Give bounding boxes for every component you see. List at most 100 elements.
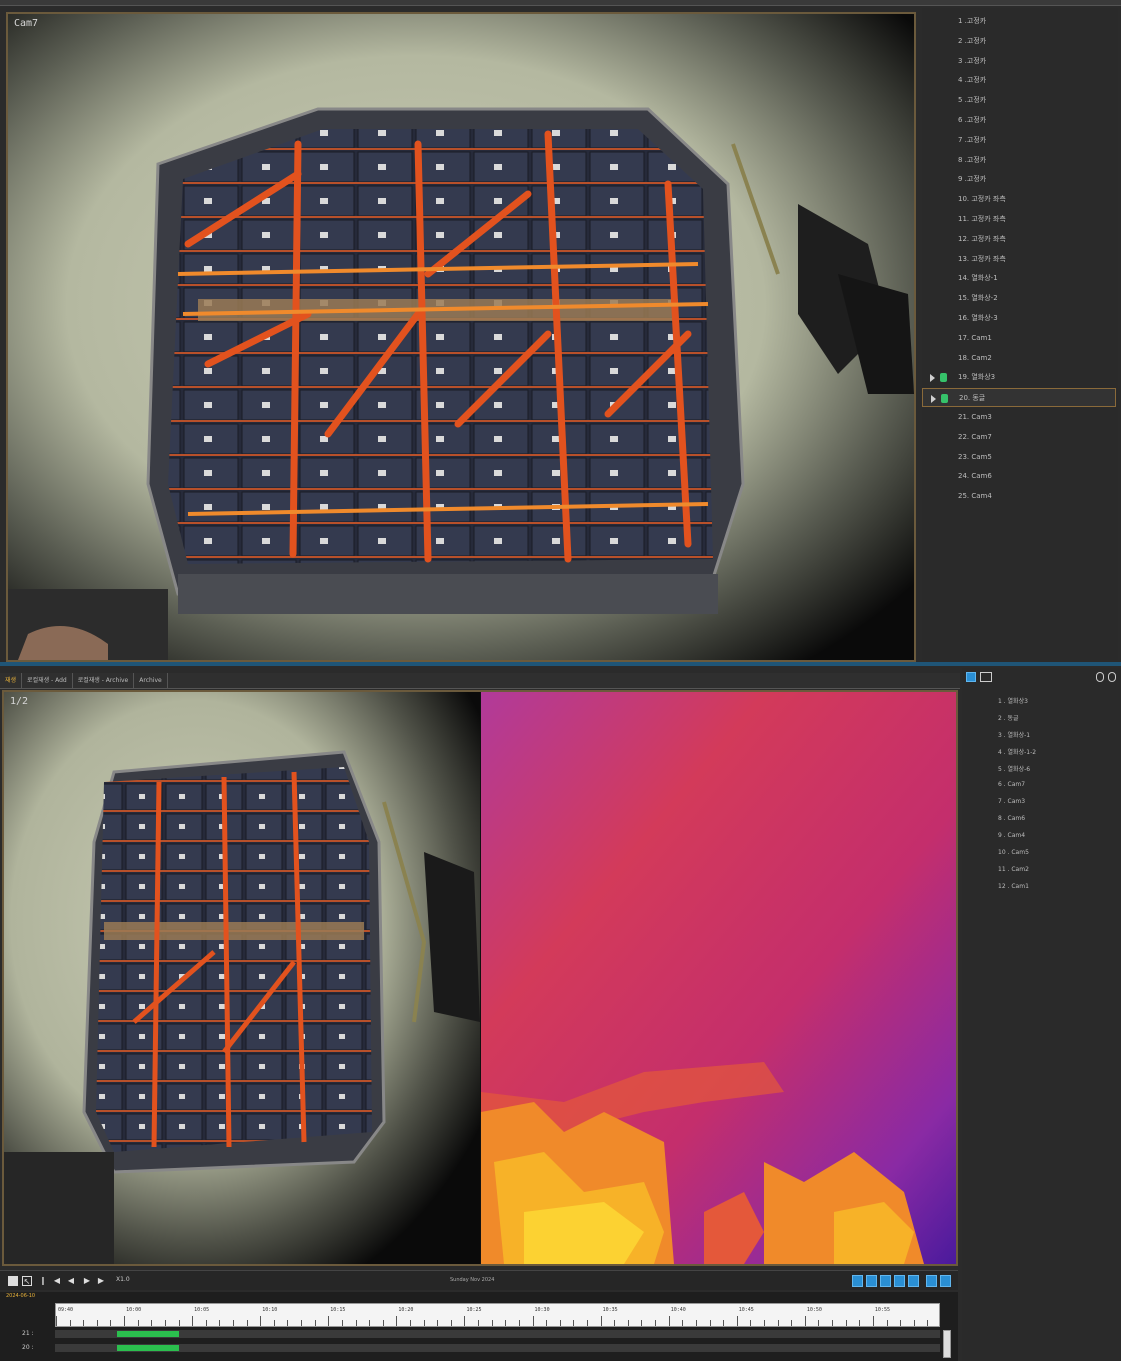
timeline-row-label: 20 :: [22, 1344, 34, 1351]
expand-arrow-icon[interactable]: [930, 374, 935, 383]
camera-list-item[interactable]: 16. 열화상-3: [922, 309, 1116, 328]
recording-segment[interactable]: [116, 1345, 179, 1351]
playback-camera-item[interactable]: 5 . 열화상-6: [998, 764, 1030, 773]
view-5x5-button[interactable]: [908, 1275, 919, 1287]
playback-camera-item[interactable]: 3 . 열화상-1: [998, 730, 1030, 739]
camera-list-item[interactable]: 2 .고정카: [922, 32, 1116, 51]
timeline-minor-tick: [355, 1320, 357, 1326]
playback-camera-item[interactable]: 6 . Cam7: [998, 781, 1025, 788]
tab-3[interactable]: Archive: [134, 673, 168, 689]
recording-segment[interactable]: [116, 1331, 179, 1337]
playback-camera-item[interactable]: 11 . Cam2: [998, 866, 1029, 873]
camera-list-item[interactable]: 3 .고정카: [922, 52, 1116, 71]
camera-list-item[interactable]: 11. 고정카 좌측: [922, 210, 1116, 229]
view-1x1-button[interactable]: [852, 1275, 863, 1287]
camera-list-item[interactable]: 20. 동글: [922, 388, 1116, 408]
playback-camera-list-panel: 1 . 열화상3 2 . 동글 3 . 열화상-1 4 . 열화상-1-2 5 . 열화…: [962, 668, 1121, 1361]
timeline-tick: [260, 1316, 262, 1326]
timeline-row[interactable]: [55, 1330, 940, 1338]
timeline-ruler[interactable]: 09:40 10:00 10:05 10:10 10:15 10:20 10:25 10:30…: [55, 1303, 940, 1327]
playback-camera-item[interactable]: 8 . Cam6: [998, 815, 1025, 822]
timeline-minor-tick: [301, 1320, 303, 1326]
tab-0[interactable]: 재생: [0, 673, 23, 689]
camera-list-item[interactable]: 9 .고정카: [922, 170, 1116, 189]
camera-list-label: 17. Cam1: [958, 333, 992, 342]
skip-back-icon[interactable]: ◀: [52, 1276, 62, 1286]
playback-controls: ↖ ❙ ◀ ◀ ▶ ▶ X1.0 Sunday Nov 2024: [0, 1270, 958, 1290]
camera-list-item[interactable]: 6 .고정카: [922, 111, 1116, 130]
timeline-scrollbar[interactable]: [943, 1330, 951, 1358]
camera-list-item[interactable]: 21. Cam3: [922, 408, 1116, 427]
timeline-time-label: 10:00: [126, 1307, 142, 1313]
camera-list-item[interactable]: 14. 열화상-1: [922, 269, 1116, 288]
playback-camera-item[interactable]: 7 . Cam3: [998, 798, 1025, 805]
camera-list-item[interactable]: 18. Cam2: [922, 349, 1116, 368]
playback-camera-item[interactable]: 1 . 열화상3: [998, 696, 1028, 705]
bottom-tab-bar: 재생 로컬재생 - Add 로컬재생 - Archive Archive: [0, 673, 960, 689]
camera-list-label: 2 .고정카: [958, 36, 987, 45]
tab-2[interactable]: 로컬재생 - Archive: [73, 673, 135, 689]
timeline-tick: [736, 1316, 738, 1326]
tab-1[interactable]: 로컬재생 - Add: [22, 673, 73, 689]
timeline-minor-tick: [164, 1320, 166, 1326]
camera-list-item[interactable]: 5 .고정카: [922, 91, 1116, 110]
camera-list-item[interactable]: 22. Cam7: [922, 428, 1116, 447]
view-3x3-button[interactable]: [880, 1275, 891, 1287]
timeline-tick: [872, 1316, 874, 1326]
fast-forward-icon[interactable]: ▶: [96, 1276, 106, 1286]
view-4x4-button[interactable]: [894, 1275, 905, 1287]
timeline-minor-tick: [832, 1320, 834, 1326]
rewind-icon[interactable]: ◀: [66, 1276, 76, 1286]
camera-list-label: 10. 고정카 좌측: [958, 195, 1006, 204]
camera-list-item[interactable]: 1 .고정카: [922, 12, 1116, 31]
select-icon[interactable]: ↖: [22, 1276, 32, 1286]
playback-camera-item[interactable]: 12 . Cam1: [998, 883, 1029, 890]
expand-arrow-icon[interactable]: [931, 395, 936, 404]
camera-list-label: 6 .고정카: [958, 116, 987, 124]
timeline-minor-tick: [859, 1320, 861, 1326]
timeline-row[interactable]: [55, 1344, 940, 1352]
timeline-minor-tick: [764, 1320, 765, 1326]
battery-pack-camera-image: [8, 14, 914, 660]
camera-list-label: 4 .고정카: [958, 76, 987, 85]
fullscreen-button[interactable]: [926, 1275, 937, 1287]
camera-list-item[interactable]: 8 .고정카: [922, 151, 1116, 170]
view-2x2-button[interactable]: [866, 1275, 877, 1287]
dual-camera-image: [4, 692, 956, 1264]
camera-list-label: 19. 열화상3: [958, 373, 996, 382]
camera-list-label: 5 .고정카: [958, 96, 987, 105]
camera-list-item[interactable]: 12. 고정카 좌측: [922, 230, 1116, 249]
playback-camera-item[interactable]: 4 . 열화상-1-2: [998, 747, 1036, 756]
playback-camera-item[interactable]: 9 . Cam4: [998, 832, 1025, 839]
playback-camera-item[interactable]: 2 . 동글: [998, 713, 1019, 722]
camera-list-item[interactable]: 17. Cam1: [922, 329, 1116, 348]
grid-icon[interactable]: [980, 672, 992, 682]
playback-camera-item[interactable]: 10 . Cam5: [998, 849, 1029, 856]
playback-video-panel[interactable]: 1/2: [2, 690, 958, 1266]
camera-list-item[interactable]: 25. Cam4: [922, 487, 1116, 506]
camera-list-item[interactable]: 13. 고정카 좌측: [922, 250, 1116, 269]
stop-icon[interactable]: [8, 1276, 18, 1286]
camera-list-label: 22. Cam7: [958, 432, 992, 441]
camera-list-item[interactable]: 10. 고정카 좌측: [922, 190, 1116, 209]
live-video-panel[interactable]: Cam7: [6, 12, 916, 662]
timeline-minor-tick: [559, 1320, 561, 1326]
timeline-minor-tick: [614, 1320, 616, 1326]
camera-list-item[interactable]: 24. Cam6: [922, 467, 1116, 486]
camera-list-item[interactable]: 19. 열화상3: [922, 368, 1116, 387]
layout-icon[interactable]: [966, 672, 976, 682]
camera-list-item[interactable]: 7 .고정카: [922, 131, 1116, 150]
camera-list-item[interactable]: 15. 열화상-2: [922, 289, 1116, 308]
timeline-time-label: 10:40: [670, 1307, 686, 1313]
playback-video-label: 1/2: [10, 696, 29, 707]
play-icon[interactable]: ▶: [82, 1276, 92, 1286]
zoom-in-icon[interactable]: [1096, 672, 1104, 682]
timeline-minor-tick: [750, 1320, 752, 1326]
step-back-icon[interactable]: ❙: [38, 1276, 48, 1286]
camera-list-item[interactable]: 4 .고정카: [922, 71, 1116, 90]
settings-button[interactable]: [940, 1275, 951, 1287]
timeline-time-label: 10:25: [466, 1307, 482, 1313]
zoom-out-icon[interactable]: [1108, 672, 1116, 682]
camera-list-label: 16. 열화상-3: [958, 314, 998, 322]
camera-list-item[interactable]: 23. Cam5: [922, 448, 1116, 467]
